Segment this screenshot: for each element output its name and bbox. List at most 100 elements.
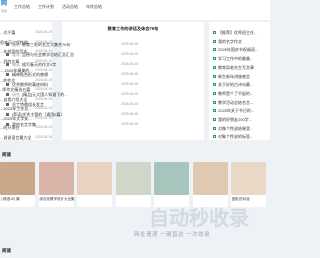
right-list-item-title: 我的好朋友200字... <box>218 117 253 122</box>
right-list-item[interactable]: 对象个性说的标签... <box>213 134 268 139</box>
main-list-item-label: [荐读]优秀主管的（通用5篇） <box>6 112 64 117</box>
main-list-item-label: 员工特邀组长发言 <box>6 102 44 107</box>
right-list-item[interactable]: 对像个性说结果里... <box>213 126 268 131</box>
main-list-item[interactable]: 优秀教师的事迹材料 2025-08-05 <box>6 82 138 87</box>
right-list-item[interactable]: 2025年国庆节祝福语... <box>213 47 268 52</box>
right-list-item-title: 教育局老先生写文章 <box>218 64 254 70</box>
bullet-square-icon <box>6 43 9 46</box>
main-list-item-label: 推荐 品德与社会教学总结汇总汇总 <box>6 52 74 57</box>
main-list-item[interactable]: 我的名言字集 2025-08-05 <box>6 122 138 127</box>
right-list-item-title: 【推荐】优秀班主任... <box>218 30 258 35</box>
watermark: 自动秒收录 网址速递 一键直达 一次收录 <box>129 192 249 242</box>
main-list-item-label: 阅读 描写春天的作文9字 <box>6 62 56 67</box>
nav-item-work-plan[interactable]: 工作计划 <box>38 4 54 10</box>
nav-item-work-summary[interactable]: 工作总结 <box>14 4 30 10</box>
main-headline[interactable]: 教育工作的讲话及体会76句 <box>62 26 204 32</box>
article-thumbnail <box>192 162 228 195</box>
bullet-square-icon <box>6 63 9 66</box>
right-list-item[interactable]: 教学活动总结名言... <box>213 100 268 105</box>
article-card[interactable]: 综合化教学设计大全集 <box>38 162 75 207</box>
main-list-item-date: 2025-08-05 <box>121 102 138 106</box>
article-thumbnail <box>115 162 151 195</box>
left-list-item[interactable]: ...自我介绍大全 2025-08-19 <box>0 97 52 102</box>
article-thumbnail <box>231 162 266 195</box>
right-list-item-title: 对象个性说的标签... <box>218 134 254 140</box>
left-list-item[interactable]: ...式千篇 2025-08-19 <box>0 30 52 35</box>
left-list-item-title: ...自我介绍大全 <box>0 96 28 102</box>
left-list-item-date: 2025-08-19 <box>35 30 52 34</box>
main-list-item[interactable]: 推荐 品德与社会教学总结汇总汇总 2025-08-05 <box>6 52 138 57</box>
main-list-item-title: 教育三毛的名言大集合76句 <box>22 42 71 47</box>
right-list-item[interactable]: 我的名字作文 <box>213 39 268 44</box>
bullet-square-icon <box>6 53 9 56</box>
bullet-square-icon <box>213 31 216 34</box>
bullet-square-icon <box>213 118 216 121</box>
main-list-item-title: 优秀教师的事迹材料 <box>12 82 48 87</box>
right-list-item-title: 2025年国庆节祝福语... <box>218 47 259 53</box>
main-list-item-title: [精品]元大国人知道下的... <box>22 92 68 97</box>
bullet-square-icon <box>213 83 216 87</box>
right-list-item[interactable]: 教育局老先生写文章 <box>213 65 268 70</box>
main-list-item-title: 描写春天的作文9字 <box>22 62 57 67</box>
bullet-square-icon <box>6 103 9 106</box>
main-list-item-tag: 推荐 <box>12 52 20 57</box>
right-list-item-title: 关于好的古诗句最... <box>218 82 254 88</box>
bullet-square-icon <box>213 39 216 43</box>
right-list-item[interactable]: 关于好的古诗句最... <box>213 82 268 87</box>
main-list-item-date: 2025-08-05 <box>121 62 138 66</box>
main-list-item-title: 员工特邀组长发言 <box>12 102 44 107</box>
main-list-item[interactable]: [荐读]优秀主管的（通用5篇） 2025-08-05 <box>6 112 138 117</box>
main-list-item-tag: 研究 <box>12 92 20 97</box>
right-list-item[interactable]: 【推荐】优秀班主任... <box>213 30 268 35</box>
bullet-square-icon <box>213 135 216 139</box>
main-list-item-tag: 最新 <box>12 42 20 47</box>
right-list-item[interactable]: 教师是个了不起的... <box>213 91 268 96</box>
main-list-item-date: 2025-08-05 <box>121 52 138 56</box>
main-list-item-date: 2025-08-05 <box>121 42 138 46</box>
article-thumbnail <box>77 162 112 195</box>
article-card-caption: ( 精选10) 篇 <box>1 197 20 201</box>
article-card[interactable] <box>77 162 112 207</box>
bullet-square-icon <box>213 100 216 104</box>
bullet-square-icon <box>6 93 9 96</box>
article-thumbnail <box>38 162 74 195</box>
main-list-item[interactable]: 最新 教育三毛的名言大集合76句 2025-08-05 <box>6 42 138 47</box>
bullet-square-icon <box>213 91 216 95</box>
bullet-square-icon <box>213 74 216 78</box>
main-list-item[interactable]: 员工特邀组长发言 2025-08-05 <box>6 102 138 107</box>
main-list-item[interactable]: 研究 [精品]元大国人知道下的... 2025-08-05 <box>6 92 138 97</box>
right-list-item[interactable]: 我的好朋友200字... <box>213 117 268 122</box>
bullet-square-icon <box>213 126 216 130</box>
article-thumbnail <box>0 162 35 195</box>
top-navbar: 网 导航 工作总结 工作计划 活动总结 年终总结 <box>0 0 270 20</box>
article-card-caption: 综合化教学设计大全集 <box>39 197 75 201</box>
bullet-square-icon <box>6 113 9 116</box>
watermark-main-text: 自动秒收录 <box>149 208 249 230</box>
main-list-item-date: 2025-08-05 <box>121 122 138 126</box>
main-list-item[interactable]: 阅读 描写春天的作文9字 2025-08-05 <box>6 62 138 67</box>
main-list-item-label: 我的名言字集 <box>6 122 36 127</box>
main-list-item-title: 精神贴合形式的感想 <box>12 72 48 77</box>
main-list-item-label: 研究 [精品]元大国人知道下的... <box>6 92 68 97</box>
right-list-item-title: 对像个性说结果里... <box>218 125 254 131</box>
right-list-item-title: 我的名字作文 <box>218 38 242 44</box>
section-title-reading: 阅读 <box>2 152 11 157</box>
right-list-item-title: 教学活动总结名言... <box>218 99 254 105</box>
right-list-item-title: 新生新年讲座感言 <box>218 73 250 79</box>
left-list-item-date: 2025-08-19 <box>35 96 52 101</box>
article-card[interactable]: ( 精选10) 篇 <box>0 162 35 207</box>
nav-item-activity-summary[interactable]: 活动总结 <box>62 4 78 10</box>
main-list-item[interactable]: 精神贴合形式的感想 2025-08-05 <box>6 72 138 77</box>
bullet-square-icon <box>213 57 216 61</box>
right-list-item[interactable]: 2025年关于节日的... <box>213 108 268 113</box>
main-list-item-title: 品德与社会教学总结汇总汇总 <box>22 52 74 57</box>
right-list-item[interactable]: 学习工作中的最美... <box>213 56 268 61</box>
nav-item-year-end-summary[interactable]: 年终总结 <box>86 4 102 10</box>
watermark-sub-text: 网址速递 一键直达 一次收录 <box>134 232 211 238</box>
right-list-item-title: 2025年关于节日的... <box>218 108 255 114</box>
right-list-item-title: 学习工作中的最美... <box>218 56 254 62</box>
right-list-item[interactable]: 新生新年讲座感言 <box>213 74 268 79</box>
main-list-item-date: 2025-08-05 <box>121 92 138 96</box>
left-list-item[interactable]: ...说说语言最大全 2025-08-19 <box>0 135 52 140</box>
bullet-square-icon <box>213 109 216 113</box>
